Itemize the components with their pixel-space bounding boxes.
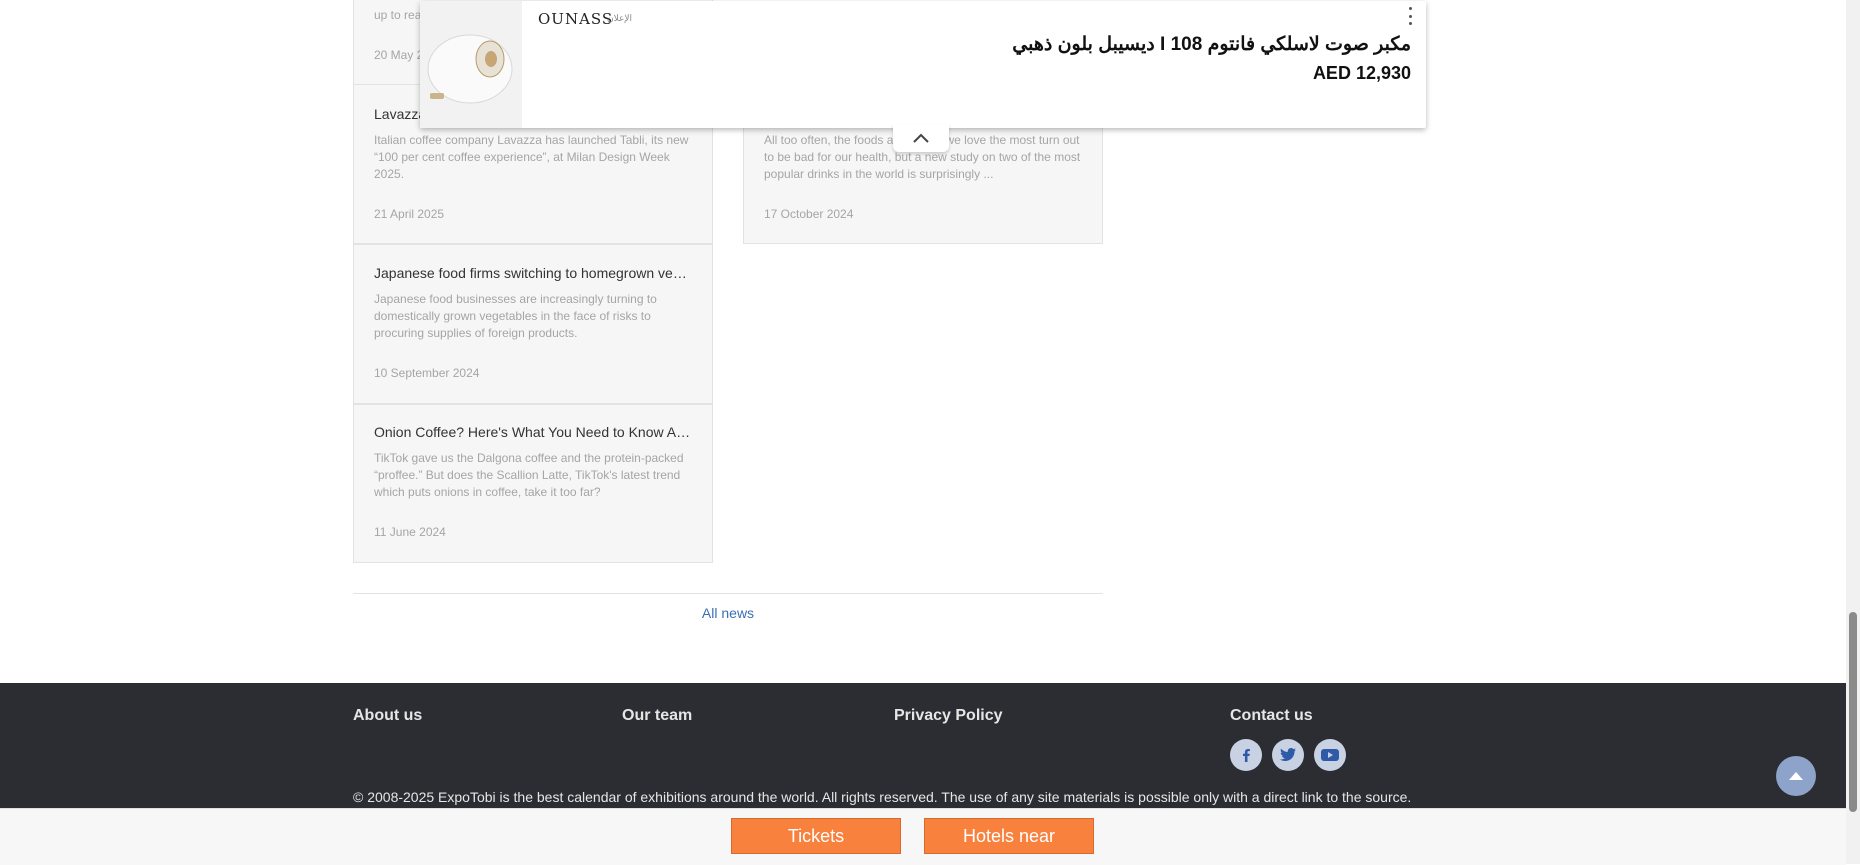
news-card-title[interactable]: Japanese food firms switching to homegro… <box>374 265 694 281</box>
bottom-cta-bar: Tickets Hotels near <box>0 808 1846 865</box>
youtube-icon[interactable] <box>1314 739 1346 771</box>
chevron-up-icon <box>913 133 929 143</box>
footer-link-privacy[interactable]: Privacy Policy <box>894 707 1003 725</box>
footer: About us Our team Privacy Policy Contact… <box>0 683 1846 808</box>
news-card-date: 17 October 2024 <box>764 207 854 221</box>
news-card[interactable]: Japanese food firms switching to homegro… <box>353 244 713 404</box>
ad-price: AED 12,930 <box>1312 63 1411 83</box>
news-card[interactable]: Onion Coffee? Here's What You Need to Kn… <box>353 404 713 563</box>
speaker-image <box>427 34 513 104</box>
scrollbar-thumb[interactable] <box>1849 612 1857 812</box>
all-news-divider <box>353 593 1103 594</box>
news-card-desc: Italian coffee company Lavazza has launc… <box>374 133 689 181</box>
news-card-date: 20 May 2 <box>374 48 424 62</box>
tickets-button[interactable]: Tickets <box>731 818 901 854</box>
facebook-icon[interactable] <box>1230 739 1262 771</box>
twitter-icon[interactable] <box>1272 739 1304 771</box>
chevron-up-icon <box>1789 772 1803 780</box>
news-card-date: 21 April 2025 <box>374 207 445 221</box>
scrollbar[interactable] <box>1846 0 1860 864</box>
news-card-title[interactable]: Onion Coffee? Here's What You Need to Kn… <box>374 424 694 440</box>
ad-collapse-button[interactable] <box>893 124 949 152</box>
ad-label: الإعلان <box>607 13 632 23</box>
ad-menu-icon[interactable] <box>1406 7 1414 25</box>
news-card-desc: Japanese food businesses are increasingl… <box>374 292 657 340</box>
footer-link-about[interactable]: About us <box>353 707 422 725</box>
ad-brand-logo[interactable]: OUNASS <box>538 10 613 28</box>
ad-banner[interactable]: OUNASS الإعلان مكبر صوت لاسلكي فانتوم I … <box>420 1 1426 152</box>
hotels-near-button[interactable]: Hotels near <box>924 818 1094 854</box>
footer-link-contact[interactable]: Contact us <box>1230 707 1313 725</box>
news-card-date: 11 June 2024 <box>374 525 446 539</box>
ad-title[interactable]: مكبر صوت لاسلكي فانتوم I 108 ديسيبل بلون… <box>1012 33 1411 56</box>
all-news-link[interactable]: All news <box>353 605 1103 621</box>
scroll-to-top-button[interactable] <box>1776 756 1816 796</box>
footer-link-team[interactable]: Our team <box>622 707 692 725</box>
news-card-date: 10 September 2024 <box>374 366 480 380</box>
footer-copyright: © 2008-2025 ExpoTobi is the best calenda… <box>353 789 1412 805</box>
news-card-desc: TikTok gave us the Dalgona coffee and th… <box>374 451 684 499</box>
ad-product-image[interactable] <box>420 1 522 128</box>
